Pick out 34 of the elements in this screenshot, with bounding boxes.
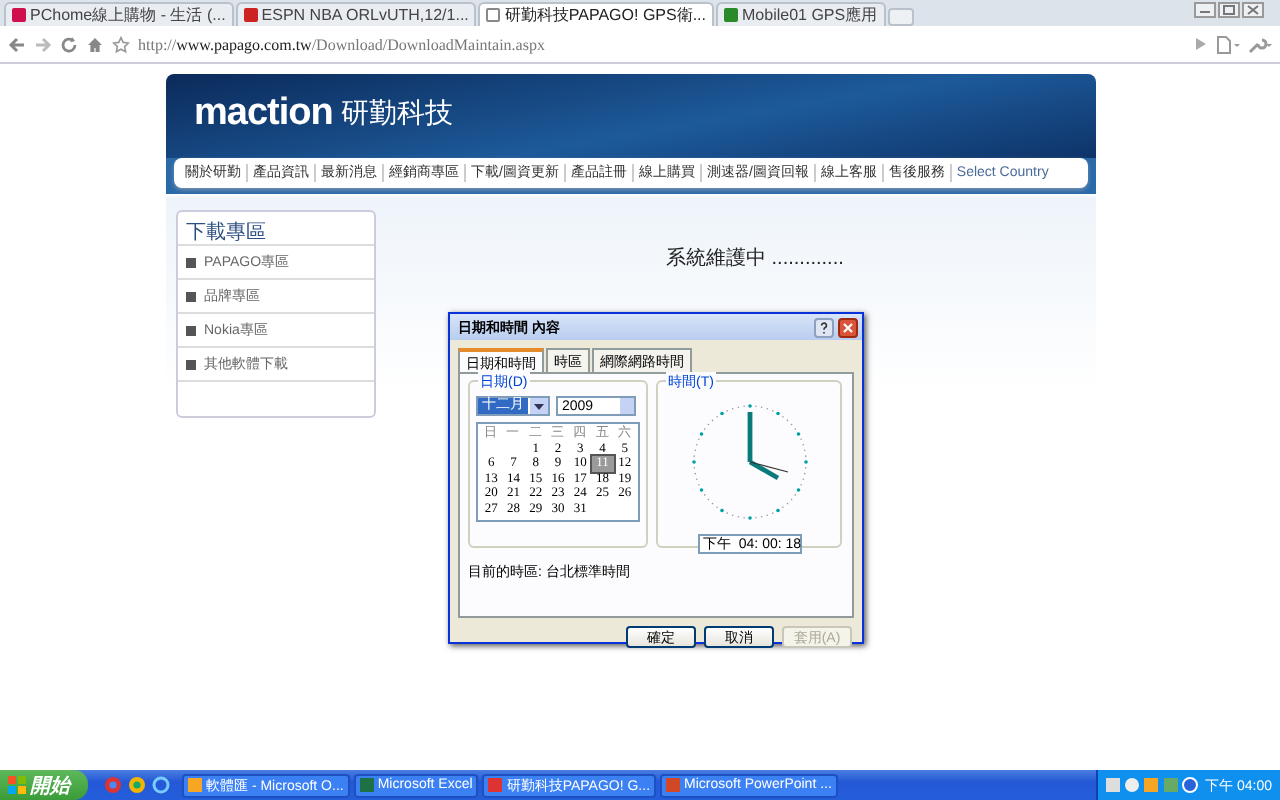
- help-icon[interactable]: [814, 317, 834, 337]
- dropdown-arrow-icon[interactable]: [530, 398, 548, 414]
- maintenance-message: 系統維護中 .............: [666, 245, 844, 268]
- sidebar-title: 下載專區: [178, 212, 374, 246]
- browser-tab[interactable]: 研勤科技PAPAGO! GPS衛...: [478, 2, 714, 26]
- forward-icon[interactable]: [34, 35, 52, 53]
- tab-favicon-icon: [12, 8, 26, 22]
- address-field[interactable]: http://www.papago.com.tw/Download/DownloadMaintain.aspx: [138, 35, 1186, 53]
- browser-tab[interactable]: ESPN NBA ORLvUTH,12/1...: [235, 2, 477, 26]
- reload-icon[interactable]: [60, 35, 78, 53]
- app-icon: [188, 778, 202, 792]
- app-icon: [359, 778, 374, 792]
- globe-icon[interactable]: [152, 776, 170, 794]
- close-icon[interactable]: [838, 317, 858, 337]
- app-icon: [488, 778, 503, 792]
- logo-text[interactable]: maction: [194, 92, 333, 136]
- logo-cjk-text[interactable]: 研勤科技: [340, 96, 453, 132]
- maximize-icon[interactable]: [1218, 2, 1240, 18]
- wrench-icon[interactable]: [1248, 35, 1272, 53]
- browser-tab[interactable]: PChome線上購物 - 生活 (...: [4, 2, 234, 26]
- minimize-icon[interactable]: [1194, 2, 1216, 18]
- app-icon: [666, 778, 681, 792]
- home-icon[interactable]: [86, 35, 104, 53]
- star-icon[interactable]: [112, 35, 130, 53]
- tray-icons-drawing[interactable]: [1105, 776, 1198, 794]
- play-icon[interactable]: [1194, 36, 1208, 52]
- tab-favicon-icon: [724, 8, 738, 22]
- page-menu-icon[interactable]: [1216, 35, 1240, 53]
- close-icon[interactable]: [1242, 2, 1264, 18]
- back-icon[interactable]: [8, 35, 26, 53]
- tab-favicon-icon: [486, 8, 501, 22]
- windows-logo-icon: [8, 776, 26, 794]
- browser-tab[interactable]: Mobile01 GPS應用: [716, 2, 886, 26]
- tab-favicon-icon: [243, 8, 258, 22]
